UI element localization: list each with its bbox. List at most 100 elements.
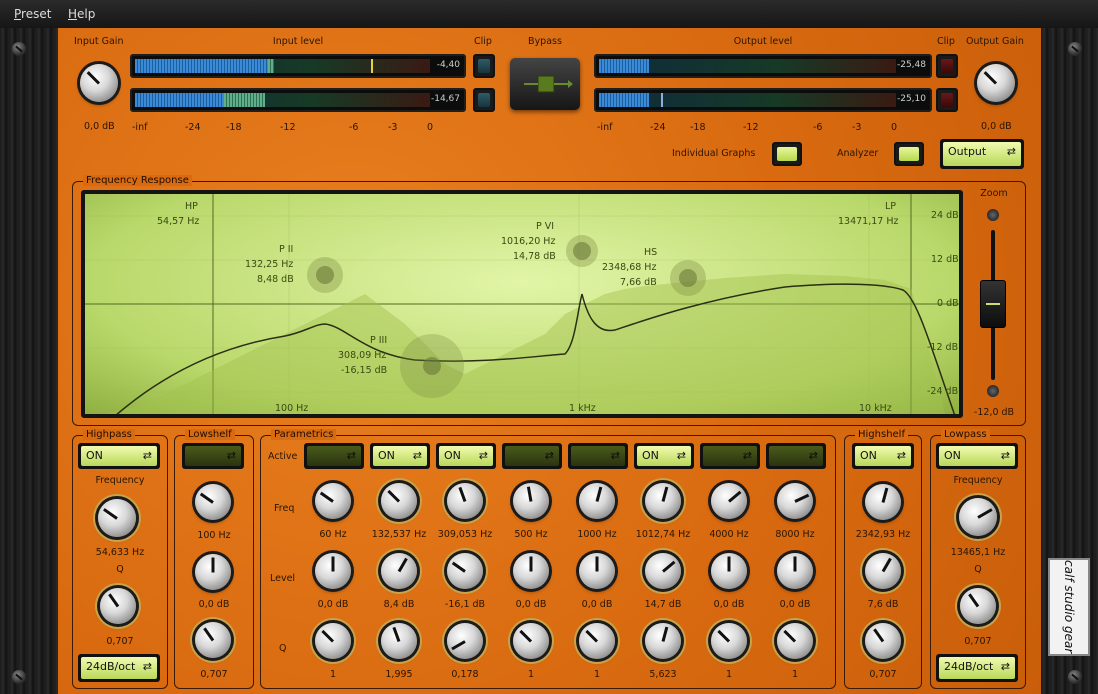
lowpass-toggle[interactable]: ON ⇄ [936,443,1018,469]
parametric-3-q-knob[interactable] [447,623,483,659]
parametric-2-level-value: 8,4 dB [383,599,415,610]
highshelf-toggle[interactable]: ON ⇄ [852,443,914,469]
analyzer-toggle[interactable] [894,142,924,166]
input-gain-label: Input Gain [74,36,124,47]
lowpass-slope-select[interactable]: 24dB/oct ⇄ [936,654,1018,682]
parametric-1-toggle[interactable]: ⇄ [304,443,364,469]
band-piii-name: P III [370,335,388,346]
menu-bar: Preset Help [0,0,1098,28]
zoom-out-button[interactable] [987,385,999,397]
highshelf-freq-knob[interactable] [865,484,901,520]
highshelf-freq-value: 2342,93 Hz [855,529,911,540]
highpass-group: Highpass [72,429,168,689]
menu-help[interactable]: Help [68,7,95,21]
parametric-1-level-knob[interactable] [315,553,351,589]
parametric-7-freq-value: 4000 Hz [709,529,749,540]
input-gain-value: 0,0 dB [84,121,115,132]
individual-graphs-label: Individual Graphs [672,148,756,159]
lowshelf-toggle[interactable]: ⇄ [182,443,244,469]
parametric-1-freq-knob[interactable] [315,483,351,519]
parametric-7-freq-knob[interactable] [711,483,747,519]
parametric-8-toggle[interactable]: ⇄ [766,443,826,469]
highpass-slope-select[interactable]: 24dB/oct ⇄ [78,654,160,682]
input-gain-knob[interactable] [80,64,118,102]
clip-out-label: Clip [937,36,955,47]
lowpass-title: Lowpass [941,429,990,440]
scale-out-0: 0 [891,122,898,133]
parametric-6-q-knob[interactable] [645,623,681,659]
parametric-1-q-knob[interactable] [315,623,351,659]
parametric-2-level-knob[interactable] [381,553,417,589]
lowshelf-freq-knob[interactable] [195,484,231,520]
clip-in-label: Clip [474,36,492,47]
parametric-2-toggle[interactable]: ON ⇄ [370,443,430,469]
parametric-3-freq-value: 309,053 Hz [437,529,493,540]
parametric-2-freq-knob[interactable] [381,483,417,519]
zoom-in-button[interactable] [987,209,999,221]
lowpass-q-value: 0,707 [964,636,992,647]
parametrics-level-label: Level [270,573,296,584]
parametric-7-toggle[interactable]: ⇄ [700,443,760,469]
parametric-8-freq-knob[interactable] [777,483,813,519]
highshelf-level-knob[interactable] [865,553,901,589]
parametric-6-toggle[interactable]: ON ⇄ [634,443,694,469]
zoom-control: Zoom -12,0 dB [963,188,1025,418]
parametric-5-q-knob[interactable] [579,623,615,659]
menu-preset[interactable]: Preset [14,7,51,21]
clip-out-led-2[interactable] [936,88,958,112]
parametric-7-level-knob[interactable] [711,553,747,589]
parametric-5-toggle[interactable]: ⇄ [568,443,628,469]
highpass-q-knob[interactable] [100,588,136,624]
individual-graphs-toggle[interactable] [772,142,802,166]
clip-out-led-1[interactable] [936,54,958,78]
clip-in-led-2[interactable] [473,88,495,112]
parametric-6-level-knob[interactable] [645,553,681,589]
lowpass-q-knob[interactable] [960,588,996,624]
parametric-7-q-knob[interactable] [711,623,747,659]
parametric-4-freq-knob[interactable] [513,483,549,519]
scale-in-18: -18 [226,122,242,133]
highpass-freq-knob[interactable] [98,499,136,537]
input-level-label: Input level [272,36,324,47]
parametric-5-freq-value: 1000 Hz [577,529,617,540]
lowshelf-q-knob[interactable] [195,622,231,658]
parametric-5-level-knob[interactable] [579,553,615,589]
highpass-title: Highpass [83,429,135,440]
zoom-slider-handle[interactable] [980,280,1006,328]
band-lp-freq: 13471,17 Hz [838,216,899,227]
output-gain-knob[interactable] [977,64,1015,102]
parametrics-title: Parametrics [271,429,337,440]
scale-out-inf: -inf [597,122,613,133]
frequency-graph[interactable]: HP 54,57 Hz P II 132,25 Hz 8,48 dB P III… [81,190,963,418]
freq-tick-10k: 10 kHz [859,403,892,414]
parametric-5-freq-knob[interactable] [579,483,615,519]
parametric-8-level-knob[interactable] [777,553,813,589]
highpass-freq-label: Frequency [95,475,145,486]
highshelf-q-knob[interactable] [865,623,901,659]
highpass-toggle[interactable]: ON ⇄ [78,443,160,469]
lowshelf-level-knob[interactable] [195,554,231,590]
parametric-2-q-knob[interactable] [381,623,417,659]
lowshelf-q-value: 0,707 [200,669,228,680]
parametric-3-toggle[interactable]: ON ⇄ [436,443,496,469]
parametric-6-freq-value: 1012,74 Hz [635,529,691,540]
scale-in-0: 0 [427,122,434,133]
parametric-3-freq-knob[interactable] [447,483,483,519]
scale-in-inf: -inf [132,122,148,133]
parametric-4-level-knob[interactable] [513,553,549,589]
parametric-4-toggle[interactable]: ⇄ [502,443,562,469]
lowpass-freq-knob[interactable] [959,498,997,536]
output-select[interactable]: Output ⇄ [940,139,1024,169]
clip-in-led-1[interactable] [473,54,495,78]
swap-arrows-icon: ⇄ [676,449,686,462]
parametric-3-level-knob[interactable] [447,553,483,589]
parametric-1-freq-value: 60 Hz [319,529,347,540]
input-meter-right: -14,67 [130,88,466,112]
parametric-4-q-knob[interactable] [513,623,549,659]
parametric-8-q-knob[interactable] [777,623,813,659]
swap-arrows-icon: ⇄ [1000,660,1010,673]
band-hs-freq: 2348,68 Hz [602,262,657,273]
screw-icon [12,670,26,684]
parametric-6-freq-knob[interactable] [645,483,681,519]
bypass-button[interactable] [510,58,580,110]
